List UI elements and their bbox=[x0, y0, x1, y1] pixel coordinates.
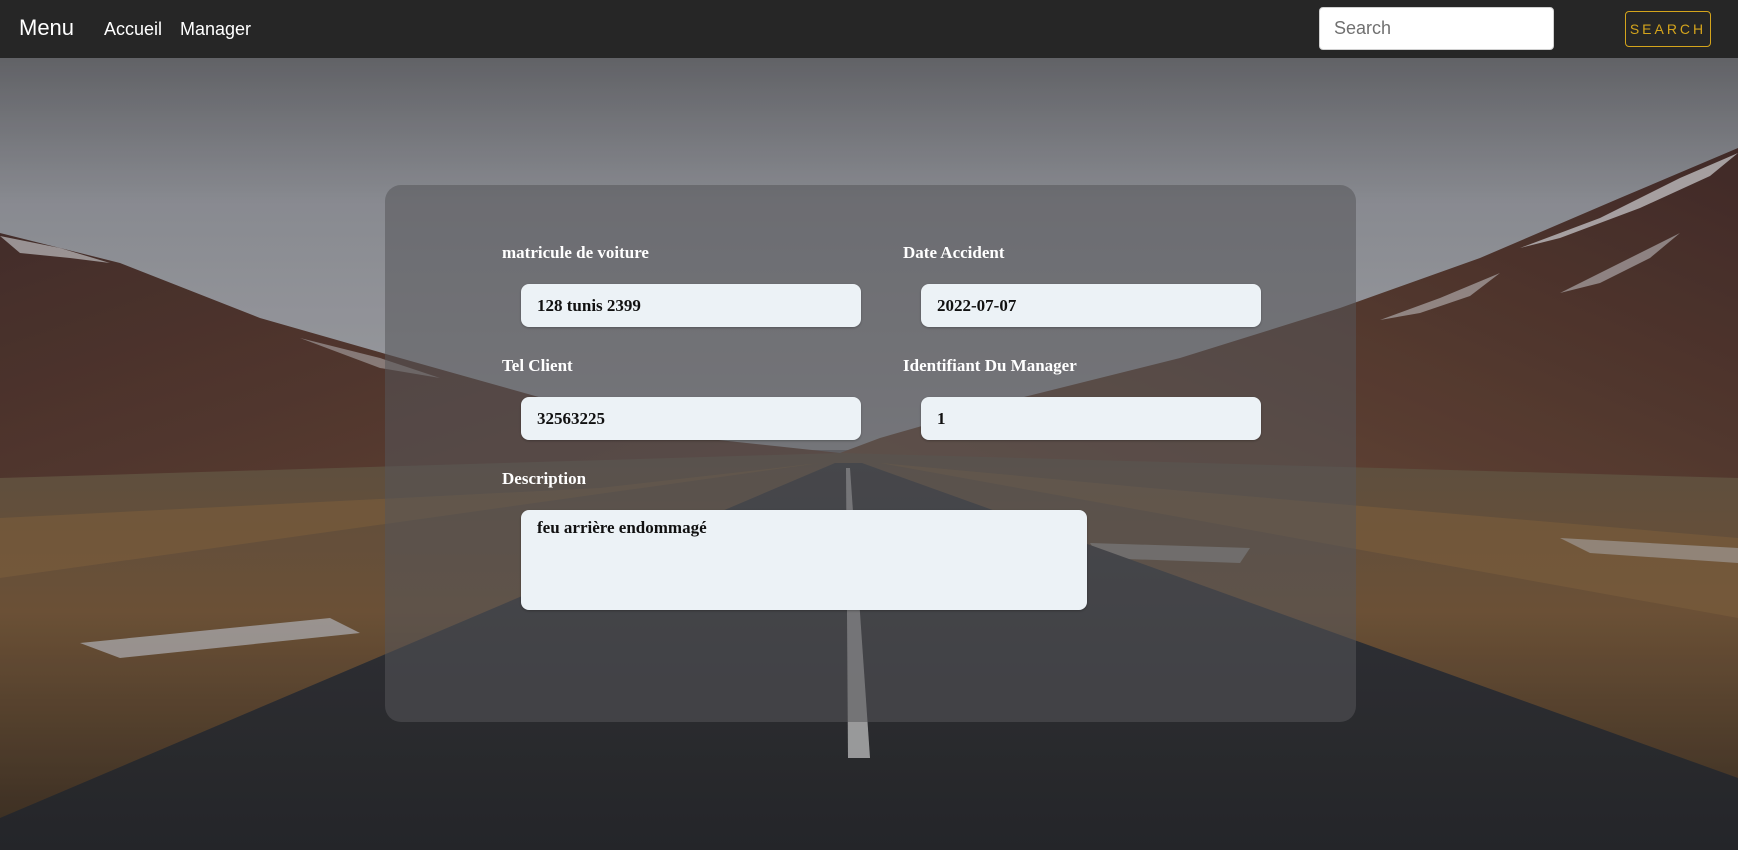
page: Menu Accueil Manager SEARCH bbox=[0, 0, 1738, 850]
nav-link-manager[interactable]: Manager bbox=[180, 19, 251, 40]
accident-form-card: matricule de voiture Date Accident Tel C… bbox=[385, 185, 1356, 722]
search-button[interactable]: SEARCH bbox=[1625, 11, 1711, 47]
date-accident-input[interactable] bbox=[921, 284, 1261, 327]
date-accident-label: Date Accident bbox=[903, 243, 1005, 262]
nav-link-accueil[interactable]: Accueil bbox=[104, 19, 162, 40]
tel-client-input[interactable] bbox=[521, 397, 861, 440]
brand-menu-link[interactable]: Menu bbox=[19, 15, 74, 41]
id-manager-label: Identifiant Du Manager bbox=[903, 356, 1077, 375]
top-navbar: Menu Accueil Manager SEARCH bbox=[0, 0, 1738, 58]
matricule-input[interactable] bbox=[521, 284, 861, 327]
search-input[interactable] bbox=[1319, 7, 1554, 50]
tel-client-label: Tel Client bbox=[502, 356, 573, 375]
description-textarea[interactable]: feu arrière endommagé bbox=[521, 510, 1087, 610]
matricule-label: matricule de voiture bbox=[502, 243, 649, 262]
id-manager-input[interactable] bbox=[921, 397, 1261, 440]
description-label: Description bbox=[502, 469, 587, 488]
